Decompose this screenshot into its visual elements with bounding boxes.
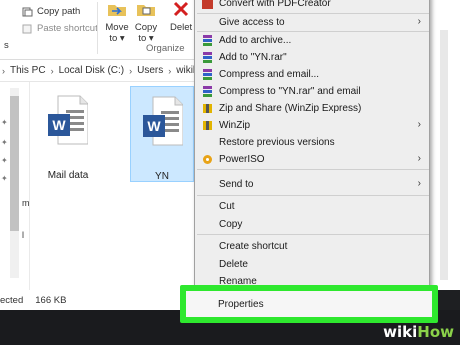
menu-item-add-to-rar[interactable]: Add to "YN.rar" <box>195 49 429 65</box>
file-name: YN <box>155 171 169 182</box>
navigation-pane: ✦ ✦ ✦ ✦ mir l <box>0 82 35 290</box>
menu-item-label: Zip and Share (WinZip Express) <box>219 102 362 114</box>
menu-item-label: Give access to <box>219 16 285 28</box>
menu-item-give-access[interactable]: Give access to › <box>195 14 429 30</box>
ribbon-divider <box>97 2 98 54</box>
clipboard-label-partial: s <box>4 40 9 51</box>
pdf-icon <box>202 0 213 9</box>
file-item-mail-data[interactable]: W Mail data <box>36 86 100 182</box>
chevron-right-icon: › <box>129 65 133 76</box>
copy-path-icon <box>22 7 33 16</box>
menu-item-poweriso[interactable]: PowerISO › <box>195 151 429 167</box>
status-size-text: 166 KB <box>35 294 67 306</box>
paste-shortcut-label: Paste shortcut <box>37 23 98 34</box>
paste-shortcut-button[interactable]: Paste shortcut <box>22 23 98 34</box>
winrar-icon <box>203 86 212 97</box>
nav-scrollbar-thumb[interactable] <box>10 96 19 231</box>
chevron-right-icon: › <box>417 16 421 27</box>
menu-item-restore-previous[interactable]: Restore previous versions <box>195 134 429 150</box>
menu-item-winzip[interactable]: WinZip › <box>195 117 429 133</box>
menu-item-label: PowerISO <box>219 153 265 165</box>
menu-item-label: Add to "YN.rar" <box>219 51 287 63</box>
menu-item-label: Create shortcut <box>219 240 288 252</box>
menu-separator <box>197 195 429 196</box>
delete-icon <box>173 1 189 17</box>
winrar-icon <box>203 52 212 63</box>
pin-icon: ✦ <box>1 174 8 183</box>
menu-item-compress-email[interactable]: Compress and email... <box>195 66 429 82</box>
svg-text:W: W <box>52 117 66 133</box>
move-to-icon <box>108 5 126 16</box>
pin-icon: ✦ <box>1 118 8 127</box>
menu-item-convert-pdfcreator[interactable]: Convert with PDFCreator <box>195 0 429 11</box>
breadcrumb-local-disk[interactable]: Local Disk (C:) <box>59 65 125 76</box>
delete-label: Delet <box>170 22 193 33</box>
copy-to-icon <box>137 5 155 16</box>
file-list: W Mail data W YN <box>30 82 200 290</box>
context-menu: Convert with PDFCreator Give access to ›… <box>194 0 430 310</box>
winrar-icon <box>203 35 212 46</box>
menu-separator <box>197 234 429 235</box>
winzip-icon <box>203 104 212 113</box>
file-item-yn[interactable]: W YN <box>130 86 194 182</box>
paste-shortcut-icon <box>22 24 32 33</box>
menu-item-label: Convert with PDFCreator <box>219 0 331 9</box>
word-document-icon: W <box>143 96 183 146</box>
right-scrollbar-area <box>430 0 460 290</box>
wikihow-watermark: wikiHow <box>383 323 454 341</box>
status-bar: ected 166 KB <box>0 290 200 310</box>
menu-item-zip-and-share[interactable]: Zip and Share (WinZip Express) <box>195 100 429 116</box>
copy-to-button[interactable]: Copy to ▾ <box>128 0 164 44</box>
svg-text:W: W <box>147 118 161 134</box>
menu-item-properties[interactable]: Properties <box>180 285 438 323</box>
menu-item-compress-rar-email[interactable]: Compress to "YN.rar" and email <box>195 83 429 99</box>
menu-item-copy[interactable]: Copy <box>195 216 429 232</box>
chevron-right-icon: › <box>2 65 5 76</box>
vertical-scrollbar[interactable] <box>440 30 448 280</box>
menu-item-label: Delete <box>219 258 248 270</box>
chevron-right-icon: › <box>417 178 421 189</box>
winrar-icon <box>203 69 212 80</box>
watermark-how: How <box>417 323 454 341</box>
menu-item-label: WinZip <box>219 119 251 131</box>
menu-item-label: Add to archive... <box>219 34 292 46</box>
chevron-right-icon: › <box>168 65 172 76</box>
menu-separator <box>197 169 429 170</box>
watermark-wiki: wiki <box>383 323 418 341</box>
menu-item-label: Copy <box>219 218 243 230</box>
menu-item-label: Send to <box>219 178 254 190</box>
file-name: Mail data <box>47 170 89 181</box>
menu-item-label: Compress to "YN.rar" and email <box>219 85 361 97</box>
chevron-right-icon: › <box>50 65 54 76</box>
copy-to-label: Copy to ▾ <box>134 22 158 44</box>
menu-item-delete[interactable]: Delete <box>195 256 429 272</box>
chevron-right-icon: › <box>417 153 421 164</box>
winzip-icon <box>203 121 212 130</box>
breadcrumb-users[interactable]: Users <box>137 65 163 76</box>
breadcrumb-this-pc[interactable]: This PC <box>10 65 46 76</box>
chevron-right-icon: › <box>417 119 421 130</box>
nav-item-partial[interactable]: l <box>22 230 24 240</box>
pin-icon: ✦ <box>1 156 8 165</box>
menu-item-label: Cut <box>219 200 235 212</box>
menu-item-send-to[interactable]: Send to › <box>195 176 429 192</box>
poweriso-icon <box>203 155 212 164</box>
menu-item-label: Properties <box>218 298 264 310</box>
copy-path-button[interactable]: Copy path <box>22 6 80 17</box>
menu-item-label: Compress and email... <box>219 68 320 80</box>
organize-group-label: Organize <box>146 43 185 54</box>
status-selection-text: ected <box>0 294 24 306</box>
menu-item-cut[interactable]: Cut <box>195 198 429 214</box>
menu-item-add-to-archive[interactable]: Add to archive... <box>195 32 429 48</box>
menu-item-create-shortcut[interactable]: Create shortcut <box>195 238 429 254</box>
pin-icon: ✦ <box>1 138 8 147</box>
copy-path-label: Copy path <box>37 6 81 17</box>
menu-item-label: Restore previous versions <box>219 136 335 148</box>
word-document-icon: W <box>48 95 88 145</box>
delete-button[interactable]: Delet <box>166 0 196 33</box>
